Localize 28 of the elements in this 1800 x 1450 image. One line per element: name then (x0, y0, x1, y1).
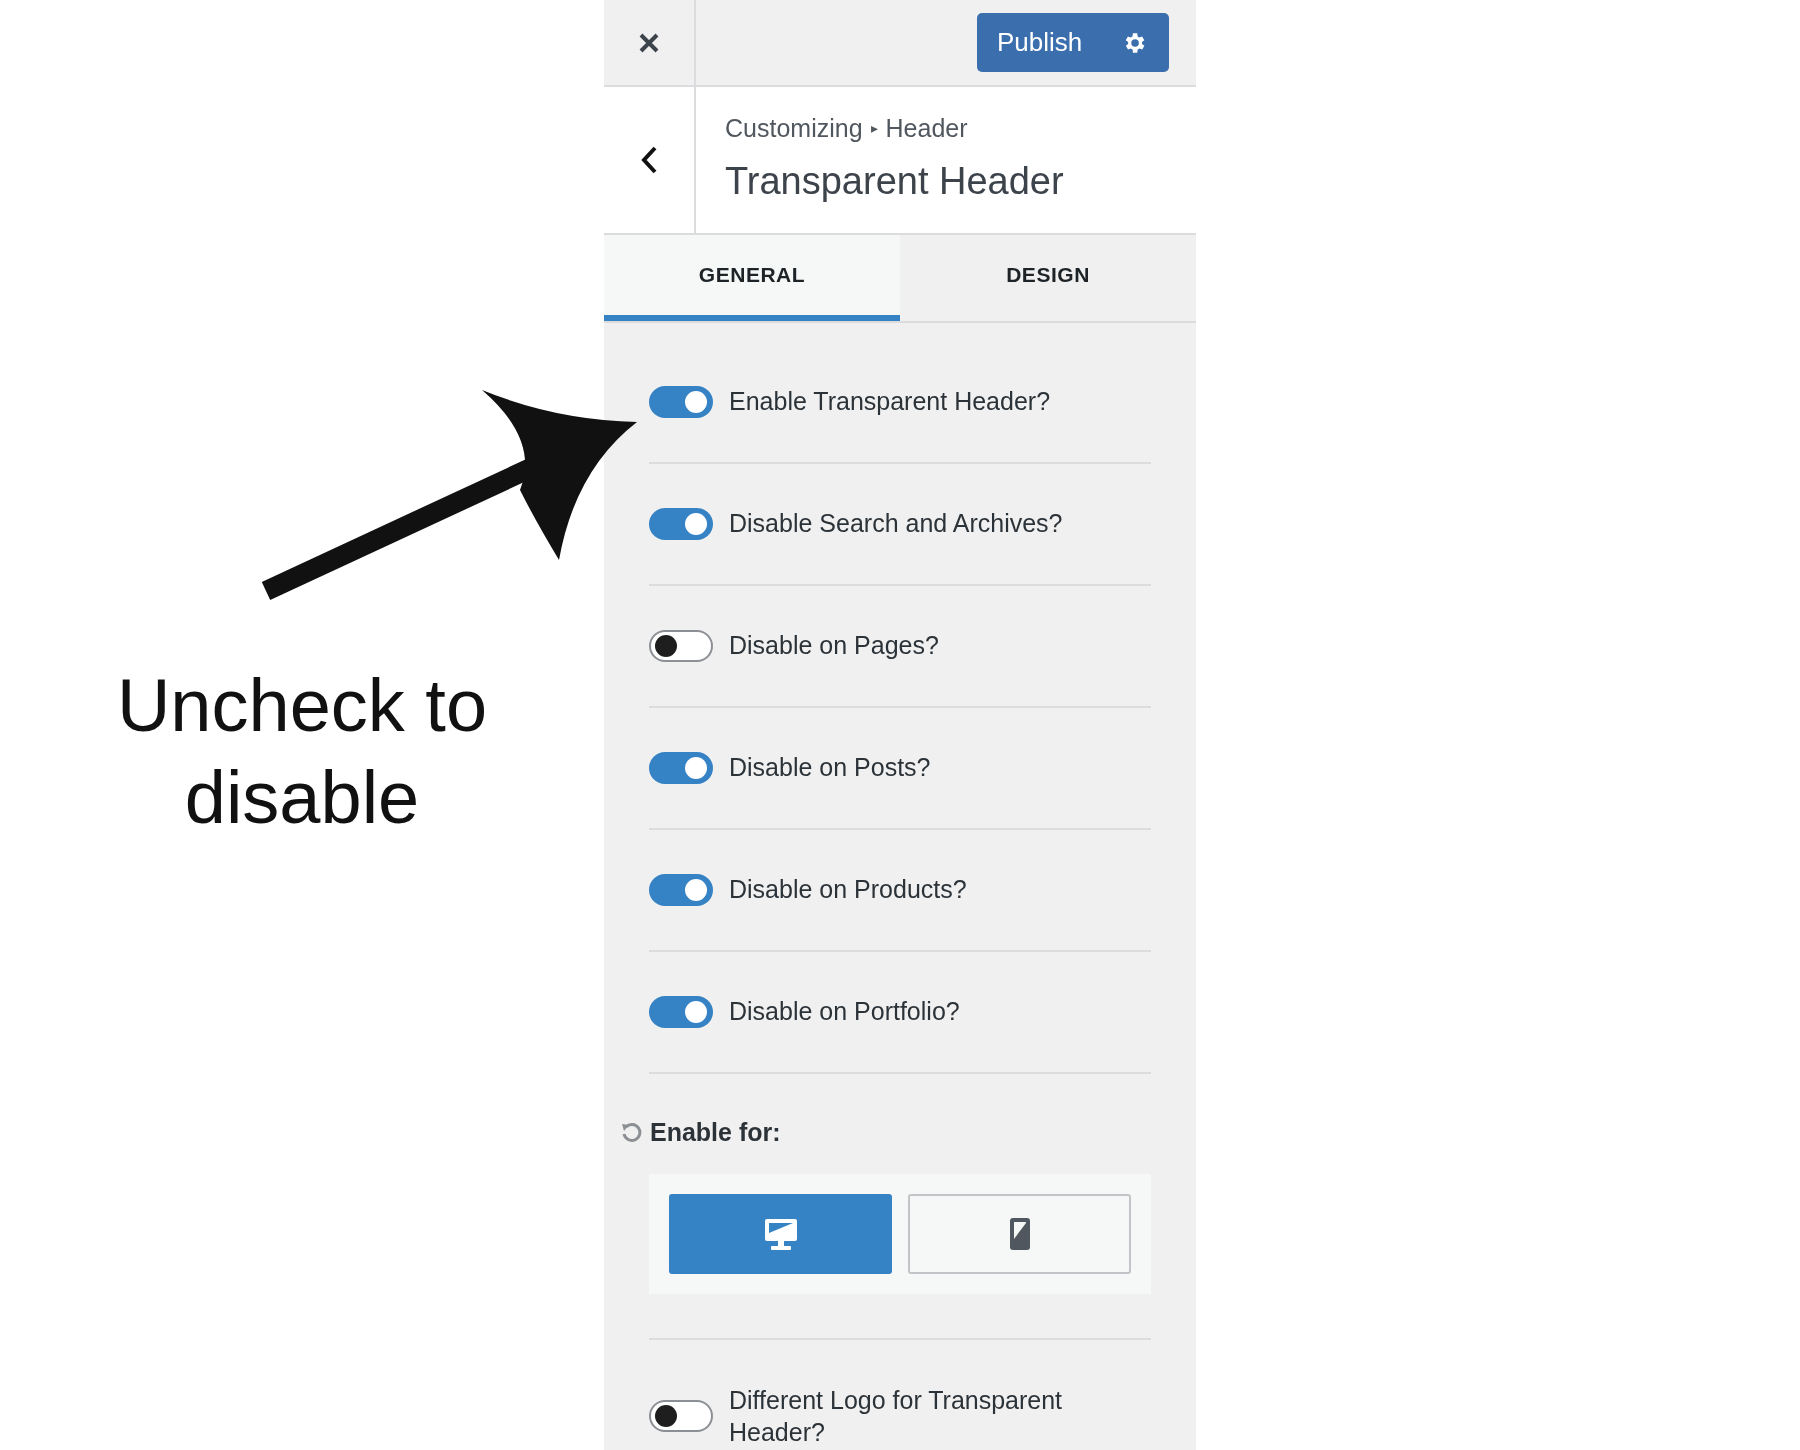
monitor-icon (763, 1216, 798, 1251)
toggle-label: Enable Transparent Header? (729, 386, 1051, 418)
toggle-label: Disable on Posts? (729, 752, 931, 784)
toggle-switch[interactable] (649, 996, 713, 1028)
device-button[interactable] (908, 1193, 1131, 1274)
phone-icon (1008, 1216, 1031, 1251)
toggle-label: Disable Search and Archives? (729, 508, 1063, 540)
tab[interactable]: GENERAL (604, 235, 900, 321)
toggle-label: Disable on Portfolio? (729, 996, 960, 1028)
toggle-label: Disable on Pages? (729, 630, 939, 662)
close-icon (638, 31, 660, 54)
toggle-label: Different Logo for Transparent Header? (729, 1384, 1064, 1448)
toggle-switch[interactable] (649, 386, 713, 418)
breadcrumb-current: Header (885, 112, 968, 144)
breadcrumb-separator: ▸ (870, 119, 878, 138)
toggle-switch[interactable] (649, 508, 713, 540)
toggle-label: Disable on Products? (729, 874, 967, 906)
back-icon (640, 145, 658, 175)
device-button[interactable] (669, 1193, 892, 1274)
enable-for-label: Enable for: (650, 1117, 781, 1148)
toggle-switch[interactable] (649, 874, 713, 906)
annotation-text: Uncheck to disable (115, 663, 489, 841)
toggle-switch[interactable] (649, 752, 713, 784)
section-title: Transparent Header (725, 159, 1065, 205)
breadcrumb-link[interactable]: Customizing (725, 109, 863, 148)
toggle-switch[interactable] (649, 630, 713, 662)
toggle-switch[interactable] (649, 1399, 713, 1432)
reset-icon (620, 1121, 642, 1144)
